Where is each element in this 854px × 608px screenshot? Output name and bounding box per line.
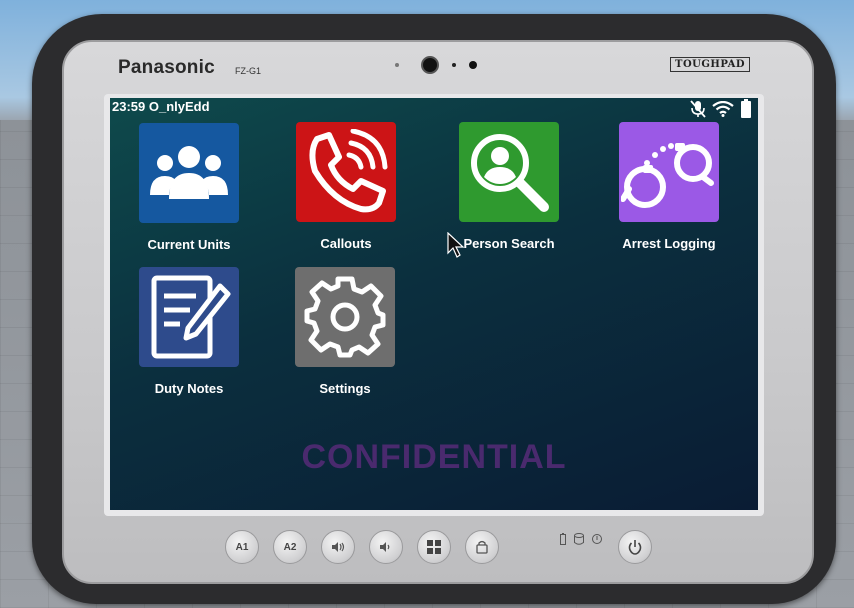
handcuffs-icon (621, 143, 714, 208)
battery-icon (740, 99, 752, 124)
power-icon (628, 540, 642, 555)
app-arrest-logging[interactable]: Arrest Logging (604, 122, 734, 251)
app-callouts[interactable]: Callouts (281, 122, 411, 251)
volume-down-icon (380, 542, 390, 552)
windows-button[interactable] (417, 530, 451, 564)
confidential-watermark: CONFIDENTIAL (301, 438, 567, 476)
app-duty-notes[interactable]: Duty Notes (124, 267, 254, 396)
storage-led-icon (574, 533, 584, 547)
app-icon-tile[interactable] (619, 122, 719, 222)
status-leds (560, 533, 602, 547)
app-label: Current Units (147, 237, 231, 252)
app-label: Arrest Logging (622, 236, 716, 251)
users-icon (150, 146, 228, 199)
person-search-icon (471, 134, 549, 212)
volume-down-button[interactable] (369, 530, 403, 564)
status-time-user: 23:59 O_nlyEdd (112, 99, 210, 114)
volume-up-button[interactable] (321, 530, 355, 564)
sensor-dot (469, 61, 477, 69)
app-icon-tile[interactable] (139, 123, 239, 223)
screen: 23:59 O_nlyEdd Current Units Callouts Pe… (110, 98, 758, 510)
windows-icon (427, 540, 441, 554)
status-icons (690, 99, 752, 124)
camera-icon (421, 56, 439, 74)
app-label: Callouts (320, 236, 372, 251)
gear-icon (304, 276, 386, 358)
notes-pencil-icon (151, 275, 231, 359)
sensor-dot (452, 63, 456, 67)
app-icon-tile[interactable] (139, 267, 239, 367)
rotation-lock-button[interactable] (465, 530, 499, 564)
mic-muted-icon (690, 100, 706, 123)
wifi-icon (712, 100, 734, 122)
power-button-face[interactable] (618, 530, 652, 564)
toughpad-badge: TOUGHPAD (670, 57, 751, 72)
a1-button[interactable]: A1 (225, 530, 259, 564)
app-label: Duty Notes (154, 381, 224, 396)
brand-logo: Panasonic (118, 57, 215, 78)
power-button[interactable] (618, 530, 652, 564)
model-label: FZ-G1 (235, 66, 261, 76)
volume-up-icon (332, 542, 345, 552)
sensor-dot (395, 63, 399, 67)
phone-ringing-icon (309, 129, 388, 213)
app-icon-tile[interactable] (295, 267, 395, 367)
app-settings[interactable]: Settings (280, 267, 410, 396)
app-current-units[interactable]: Current Units (124, 123, 254, 252)
lock-led-icon (592, 533, 602, 547)
app-icon-tile[interactable] (296, 122, 396, 222)
app-icon-tile[interactable] (459, 122, 559, 222)
a2-button[interactable]: A2 (273, 530, 307, 564)
battery-led-icon (560, 533, 566, 547)
rotation-lock-icon (476, 540, 488, 554)
mouse-cursor-icon (447, 231, 465, 263)
app-label: Settings (319, 381, 371, 396)
hardware-button-row: A1 A2 (225, 530, 499, 564)
